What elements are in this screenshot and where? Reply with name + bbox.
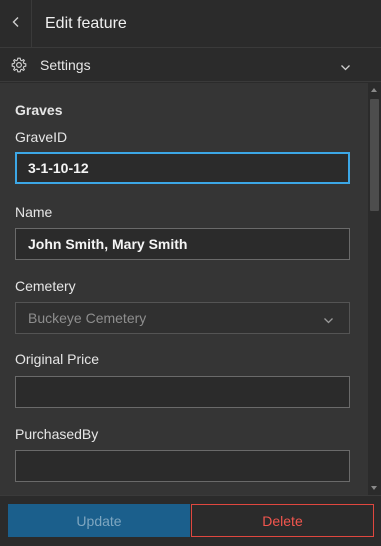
chevron-down-icon bbox=[340, 60, 351, 71]
settings-label: Settings bbox=[40, 57, 91, 73]
back-button[interactable] bbox=[0, 0, 32, 48]
update-button[interactable]: Update bbox=[8, 504, 190, 537]
original-price-label: Original Price bbox=[15, 351, 100, 367]
name-field[interactable]: John Smith, Mary Smith bbox=[15, 228, 350, 260]
original-price-field[interactable] bbox=[15, 376, 350, 408]
form-content[interactable]: Graves GraveID 3-1-10-12 Name John Smith… bbox=[0, 83, 368, 495]
scroll-up-icon[interactable] bbox=[371, 88, 377, 92]
chevron-left-icon bbox=[10, 15, 22, 33]
gear-icon bbox=[11, 57, 27, 73]
scroll-down-icon[interactable] bbox=[371, 486, 377, 490]
cemetery-value: Buckeye Cemetery bbox=[28, 310, 147, 326]
group-title: Graves bbox=[15, 102, 63, 118]
purchased-by-field[interactable] bbox=[15, 450, 350, 482]
settings-toggle[interactable]: Settings bbox=[0, 48, 381, 82]
panel-header: Edit feature bbox=[0, 0, 381, 48]
panel-footer: Update Delete bbox=[0, 495, 381, 546]
edit-feature-panel: Edit feature Settings Graves GraveID 3-1… bbox=[0, 0, 381, 546]
cemetery-select[interactable]: Buckeye Cemetery bbox=[15, 302, 350, 334]
cemetery-label: Cemetery bbox=[15, 278, 76, 294]
scroll-thumb[interactable] bbox=[370, 99, 379, 211]
scrollbar[interactable] bbox=[368, 83, 381, 495]
purchased-by-label: PurchasedBy bbox=[15, 426, 99, 442]
graveid-field[interactable]: 3-1-10-12 bbox=[15, 152, 350, 184]
chevron-down-icon bbox=[323, 313, 334, 324]
delete-button[interactable]: Delete bbox=[191, 504, 374, 537]
name-label: Name bbox=[15, 204, 53, 220]
page-title: Edit feature bbox=[45, 15, 127, 32]
graveid-label: GraveID bbox=[15, 129, 68, 145]
